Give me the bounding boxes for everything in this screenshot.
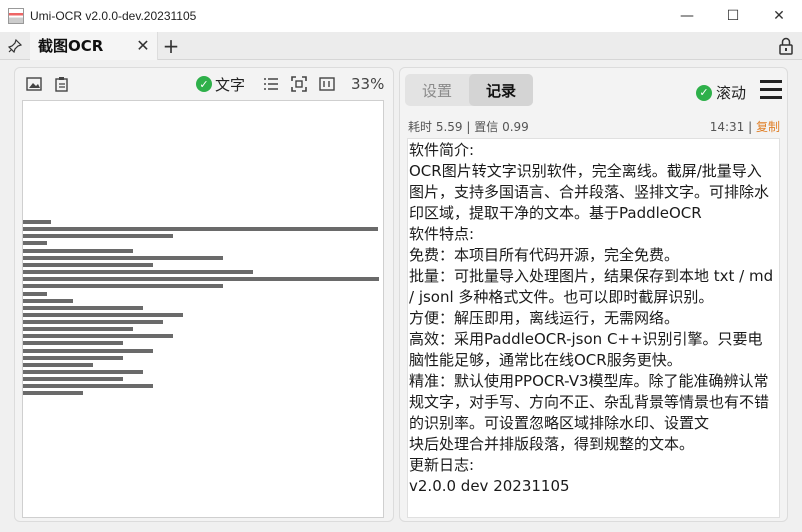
result-line: 高效：采用PaddleOCR-json C++识别引擎。只要电脑性能足够，通常比… — [409, 330, 763, 369]
ocr-box — [23, 334, 173, 338]
ocr-box — [23, 220, 51, 224]
result-line: 方便：解压即用，离线运行，无需网络。 — [409, 309, 680, 327]
ocr-box — [23, 384, 153, 388]
window-title: Umi-OCR v2.0.0-dev.20231105 — [30, 9, 197, 23]
elapsed-time: 耗时 5.59 — [408, 120, 463, 134]
title-bar: Umi-OCR v2.0.0-dev.20231105 — ☐ ✕ — [0, 0, 802, 32]
auto-scroll-label: 滚动 — [716, 84, 747, 102]
ocr-box — [23, 363, 93, 367]
window-controls: — ☐ ✕ — [664, 0, 802, 32]
tab-label: 截图OCR — [38, 37, 104, 55]
copy-link[interactable]: 复制 — [756, 120, 780, 134]
maximize-button[interactable]: ☐ — [710, 0, 756, 32]
result-line: 批量：可批量导入处理图片，结果保存到本地 txt / md / jsonl 多种… — [409, 267, 774, 306]
ocr-box — [23, 370, 143, 374]
result-line: 软件简介: — [409, 141, 475, 159]
ocr-box — [23, 277, 379, 281]
ocr-box — [23, 263, 153, 267]
ocr-box — [23, 241, 47, 245]
zoom-level: 33% — [351, 75, 385, 93]
auto-scroll-toggle[interactable]: ✓ 滚动 — [696, 82, 746, 103]
menu-icon[interactable] — [760, 80, 782, 100]
meta-separator: | — [466, 120, 471, 134]
close-button[interactable]: ✕ — [756, 0, 802, 32]
tab-records[interactable]: 记录 — [469, 74, 533, 106]
result-line: 软件特点: — [409, 225, 475, 243]
text-toggle-label[interactable]: 文字 — [215, 74, 245, 95]
tab-bar: 截图OCR ✕ + — [0, 31, 802, 60]
ocr-box — [23, 256, 223, 260]
actual-size-icon[interactable] — [319, 76, 335, 92]
result-panel: 设置 记录 ✓ 滚动 耗时 5.59 | 置信 0.99 14:31 | 复制 … — [399, 67, 788, 522]
panel-tabs: 设置 记录 — [405, 74, 533, 106]
result-text[interactable]: 软件简介: OCR图片转文字识别软件，完全离线。截屏/批量导入图片，支持多国语言… — [407, 138, 780, 518]
ocr-box — [23, 284, 223, 288]
app-icon — [8, 8, 24, 24]
result-line: v2.0.0 dev 20231105 — [409, 477, 570, 495]
paste-icon[interactable] — [54, 76, 70, 92]
ocr-box — [23, 306, 143, 310]
lock-icon[interactable] — [778, 37, 794, 55]
ocr-box — [23, 356, 123, 360]
add-tab-button[interactable]: + — [158, 32, 184, 60]
timestamp: 14:31 — [709, 120, 745, 134]
text-toggle-check-icon[interactable]: ✓ — [196, 76, 212, 92]
list-icon[interactable] — [263, 76, 279, 92]
ocr-box — [23, 299, 73, 303]
confidence: 置信 0.99 — [474, 120, 529, 134]
meta-separator: | — [748, 120, 753, 134]
screenshot-preview[interactable] — [22, 100, 384, 518]
ocr-box — [23, 341, 123, 345]
tab-close-icon[interactable]: ✕ — [133, 36, 153, 55]
ocr-box — [23, 292, 47, 296]
result-line: 块后处理合并排版段落，得到规整的文本。 — [409, 435, 695, 453]
ocr-box — [23, 270, 253, 274]
result-line: 更新日志: — [409, 456, 475, 474]
check-icon: ✓ — [696, 84, 712, 101]
tab-settings[interactable]: 设置 — [405, 74, 469, 106]
fit-screen-icon[interactable] — [291, 76, 307, 92]
result-line: OCR图片转文字识别软件，完全离线。截屏/批量导入图片，支持多国语言、合并段落、… — [409, 162, 770, 222]
result-line: 免费：本项目所有代码开源，完全免费。 — [409, 246, 680, 264]
ocr-box — [23, 391, 83, 395]
image-icon[interactable] — [26, 76, 42, 92]
ocr-box — [23, 349, 153, 353]
ocr-box — [23, 249, 133, 253]
result-meta: 耗时 5.59 | 置信 0.99 14:31 | 复制 — [408, 116, 780, 136]
ocr-box — [23, 227, 378, 231]
minimize-button[interactable]: — — [664, 0, 710, 32]
ocr-box — [23, 327, 133, 331]
tab-screenshot-ocr[interactable]: 截图OCR ✕ — [30, 31, 158, 60]
ocr-box — [23, 320, 163, 324]
image-toolbar: ✓ 文字 33% — [15, 68, 393, 100]
ocr-box — [23, 377, 123, 381]
ocr-box — [23, 234, 173, 238]
pin-icon[interactable] — [0, 32, 30, 60]
result-line: 精准：默认使用PPOCR-V3模型库。除了能准确辨认常规文字，对手写、方向不正、… — [409, 372, 770, 432]
ocr-box — [23, 313, 183, 317]
image-panel: ✓ 文字 33% — [14, 67, 394, 522]
